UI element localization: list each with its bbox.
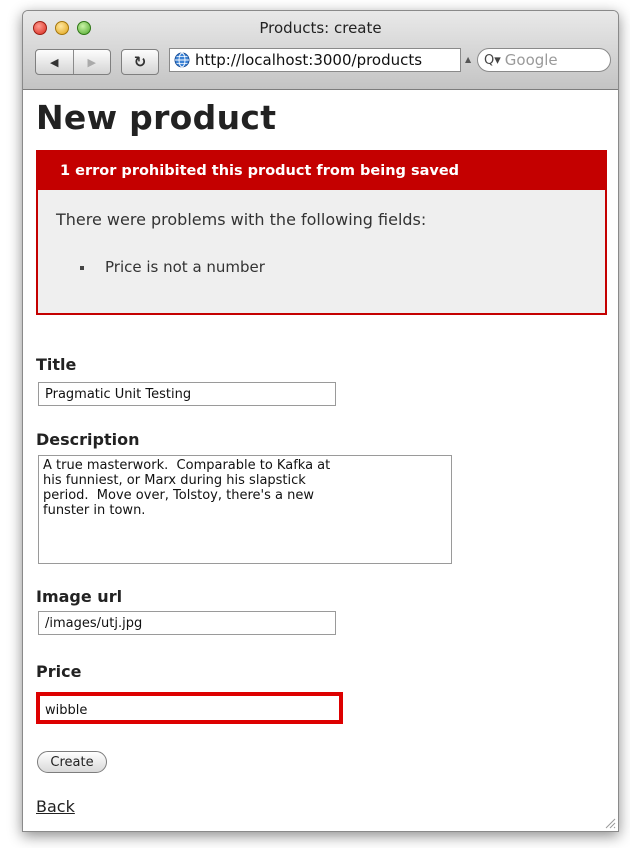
price-field-with-errors <box>36 692 343 724</box>
url-dropdown-icon[interactable]: ▲ <box>465 55 471 64</box>
window-title: Products: create <box>259 19 382 37</box>
error-explanation: 1 error prohibited this product from bei… <box>36 150 607 315</box>
description-label: Description <box>36 430 140 449</box>
image-url-label: Image url <box>36 587 123 606</box>
search-placeholder: Google <box>504 51 558 69</box>
search-icon: Q▾ <box>484 52 501 68</box>
browser-window: Products: create ◀ ▶ ↻ http://localhost:… <box>22 10 619 832</box>
search-field[interactable]: Q▾ Google <box>477 48 611 72</box>
globe-icon <box>174 52 190 68</box>
resize-grip-icon[interactable] <box>604 817 616 829</box>
title-bar: Products: create ◀ ▶ ↻ http://localhost:… <box>23 11 618 90</box>
page-title: New product <box>36 98 277 137</box>
title-input[interactable] <box>38 382 336 406</box>
forward-button[interactable]: ▶ <box>74 50 111 74</box>
reload-button[interactable]: ↻ <box>121 49 159 75</box>
browser-toolbar: ◀ ▶ ↻ http://localhost:3000/products ▲ Q… <box>35 47 611 75</box>
error-header: 1 error prohibited this product from bei… <box>38 152 605 190</box>
title-label: Title <box>36 355 77 374</box>
price-label: Price <box>36 662 82 681</box>
error-item: Price is not a number <box>80 258 265 276</box>
image-url-input[interactable] <box>38 611 336 635</box>
back-button[interactable]: ◀ <box>36 50 74 74</box>
page-content: New product 1 error prohibited this prod… <box>23 90 618 831</box>
price-input[interactable] <box>45 701 334 720</box>
history-buttons: ◀ ▶ <box>35 49 111 75</box>
url-text: http://localhost:3000/products <box>195 51 423 69</box>
description-textarea[interactable]: A true masterwork. Comparable to Kafka a… <box>38 455 452 564</box>
back-link[interactable]: Back <box>36 797 75 816</box>
create-button[interactable]: Create <box>37 751 107 773</box>
address-bar[interactable]: http://localhost:3000/products <box>169 48 461 72</box>
error-list: Price is not a number <box>80 258 265 276</box>
error-intro: There were problems with the following f… <box>56 210 427 229</box>
